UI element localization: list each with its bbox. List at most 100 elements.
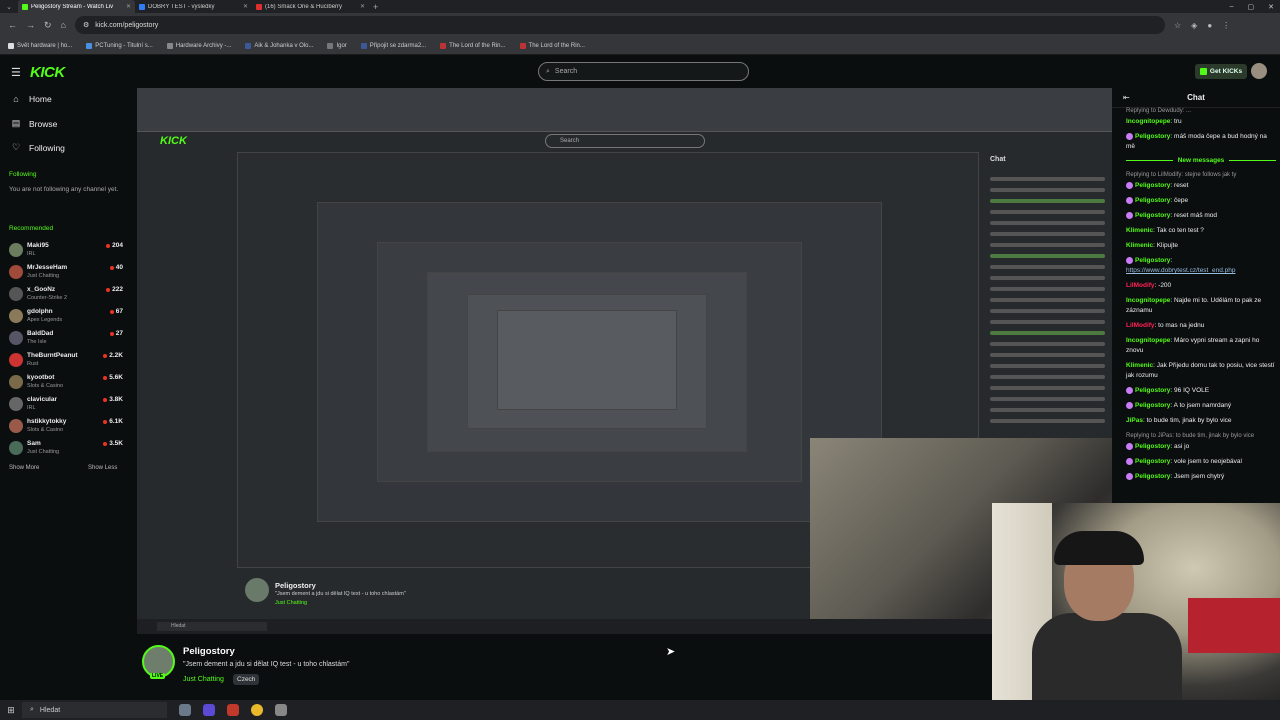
chat-username[interactable]: Incognitopepe — [1126, 337, 1170, 344]
user-avatar[interactable] — [1251, 63, 1267, 79]
menu-toggle-icon[interactable]: ☰ — [11, 66, 21, 79]
chat-message[interactable]: Replying to LilModify: stejne follows ja… — [1126, 170, 1276, 191]
sidebar-item-home[interactable]: ⌂ Home — [11, 94, 51, 104]
bookmark-item[interactable]: Svět hardware | ho... — [8, 42, 72, 49]
kick-logo[interactable]: KICK — [30, 64, 65, 81]
webcam-overlay — [992, 503, 1280, 720]
chat-username[interactable]: JiPas — [1126, 417, 1143, 424]
chat-message[interactable]: LilModify: to mas na jednu — [1126, 321, 1276, 331]
recommended-channel[interactable]: MrJesseHam Just Chatting 40 — [9, 263, 123, 283]
back-icon[interactable]: ← — [8, 20, 17, 30]
chat-message[interactable]: Peligostory: A to jsem namrdaný — [1126, 401, 1276, 411]
recommended-channel[interactable]: gdolphn Apex Legends 67 — [9, 307, 123, 327]
bookmark-item[interactable]: PCTuning - Titulní s... — [86, 42, 153, 49]
sidebar-item-following[interactable]: ♡ Following — [11, 142, 65, 153]
chat-username[interactable]: Peligostory — [1135, 473, 1170, 480]
browser-tab-youtube[interactable]: (16) Smack One & Hucíberry ✕ — [252, 0, 369, 13]
chat-username[interactable]: Klimenic — [1126, 242, 1153, 249]
bookmark-item[interactable]: The Lord of the Rin... — [519, 42, 585, 49]
chat-message[interactable]: LilModify: -200 — [1126, 281, 1276, 291]
chat-message[interactable]: Peligostory: https://www.dobrytest.cz/te… — [1126, 256, 1276, 276]
recommended-channel[interactable]: TheBurntPeanut Rust 2.2K — [9, 351, 123, 371]
chat-message[interactable]: Peligostory: reset máš mod — [1126, 211, 1276, 221]
recommended-channel[interactable]: Maki95 IRL 204 — [9, 241, 123, 261]
show-less-button[interactable]: Show Less — [88, 465, 117, 471]
profile-icon[interactable]: ● — [1207, 21, 1212, 30]
chat-message[interactable]: Replying to JiPas: to bude tim, jinak by… — [1126, 431, 1276, 452]
chat-message[interactable]: JiPas: to bude tim, jinak by bylo vice — [1126, 416, 1276, 426]
chrome-icon[interactable] — [251, 704, 263, 716]
taskbar-app-icon[interactable] — [179, 704, 191, 716]
recommended-channel[interactable]: x_GooNz Counter-Strike 2 222 — [9, 285, 123, 305]
chat-username[interactable]: Incognitopepe — [1126, 118, 1170, 125]
chat-username[interactable]: Incognitopepe — [1126, 297, 1170, 304]
home-icon[interactable]: ⌂ — [61, 20, 66, 30]
chat-username[interactable]: Peligostory — [1135, 197, 1170, 204]
bookmark-item[interactable]: Igor — [327, 42, 347, 49]
chat-username[interactable]: Klimenic — [1126, 362, 1153, 369]
search-input[interactable]: ⌕ Search — [538, 62, 749, 81]
chat-message[interactable]: Peligostory: Jsem jsem chytrý — [1126, 472, 1276, 482]
chat-username[interactable]: Peligostory — [1135, 402, 1170, 409]
new-tab-icon[interactable]: + — [373, 2, 378, 12]
forward-icon[interactable]: → — [26, 20, 35, 30]
recommended-channel[interactable]: hstikkytokky Slots & Casino 6.1K — [9, 417, 123, 437]
chat-username[interactable]: Peligostory — [1135, 387, 1170, 394]
get-kicks-button[interactable]: Get KICKs — [1195, 64, 1247, 79]
extension-icon[interactable]: ◈ — [1191, 21, 1197, 30]
chat-username[interactable]: LilModify — [1126, 322, 1155, 329]
chat-message[interactable]: Peligostory: čepe — [1126, 196, 1276, 206]
bookmark-star-icon[interactable]: ☆ — [1174, 21, 1181, 30]
close-window-icon[interactable]: ✕ — [1268, 3, 1274, 11]
chat-username[interactable]: Peligostory — [1135, 133, 1170, 140]
start-icon[interactable]: ⊞ — [0, 705, 22, 716]
chat-message[interactable]: Peligostory: máš moda čepe a bud hodný n… — [1126, 132, 1276, 152]
bookmark-item[interactable]: Hardware Archivy -... — [166, 42, 231, 49]
streamer-name[interactable]: Peligostory — [183, 646, 235, 657]
minimize-icon[interactable]: – — [1230, 3, 1234, 10]
discord-icon[interactable] — [203, 704, 215, 716]
recommended-channel[interactable]: clavicular IRL 3.8K — [9, 395, 123, 415]
chat-link[interactable]: https://www.dobrytest.cz/test_end.php — [1126, 267, 1235, 274]
close-tab-icon[interactable]: ✕ — [243, 3, 248, 10]
recommended-channel[interactable]: kyootbot Slots & Casino 5.6K — [9, 373, 123, 393]
browser-tab-dobrytest[interactable]: DOBRÝ TEST - výsledky ✕ — [135, 0, 252, 13]
site-info-icon[interactable]: ⚙ — [83, 21, 89, 29]
chat-username[interactable]: Peligostory — [1135, 257, 1170, 264]
stream-player[interactable]: KICK Search Chat Peligostory "Jsem demen… — [137, 88, 1112, 634]
stream-category-link[interactable]: Just Chatting — [183, 676, 224, 683]
taskbar-app-icon[interactable] — [275, 704, 287, 716]
bookmark-item[interactable]: Aik & Johanka v Olo... — [245, 42, 313, 49]
menu-icon[interactable]: ⋮ — [1222, 21, 1230, 30]
close-tab-icon[interactable]: ✕ — [126, 3, 131, 10]
chat-message[interactable]: Klimenic: Klipujte — [1126, 241, 1276, 251]
recommended-channel[interactable]: BaldDad The Isle 27 — [9, 329, 123, 349]
chat-username[interactable]: LilModify — [1126, 282, 1155, 289]
recommended-channel[interactable]: Sam Just Chatting 3.5K — [9, 439, 123, 459]
chat-username[interactable]: Peligostory — [1135, 212, 1170, 219]
chat-message[interactable]: Peligostory: vole jsem to neojebával — [1126, 457, 1276, 467]
sidebar-item-browse[interactable]: ▤ Browse — [11, 118, 58, 129]
bookmark-item[interactable]: The Lord of the Rin... — [440, 42, 506, 49]
bookmark-item[interactable]: Připojit se zdarma2... — [360, 42, 426, 49]
tab-search-icon[interactable]: ⌄ — [0, 3, 18, 11]
chat-message[interactable]: Klimenic: Jak Přijedu domu tak to posiu,… — [1126, 361, 1276, 381]
show-more-button[interactable]: Show More — [9, 465, 39, 471]
reload-icon[interactable]: ↻ — [44, 20, 52, 31]
chat-message[interactable]: Peligostory: 96 IQ VOLE — [1126, 386, 1276, 396]
browser-tab-kick[interactable]: Peligostory Stream - Watch Liv ✕ — [18, 0, 135, 13]
chat-username[interactable]: Peligostory — [1135, 458, 1170, 465]
chat-message[interactable]: Incognitopepe: Máro vypni stream a zapni… — [1126, 336, 1276, 356]
chat-username[interactable]: Peligostory — [1135, 443, 1170, 450]
chat-message[interactable]: Incognitopepe: Najde mi to. Udělám to pa… — [1126, 296, 1276, 316]
url-field[interactable]: ⚙ kick.com/peligostory — [74, 16, 1165, 34]
taskbar-search-input[interactable]: ⌕ Hledat — [22, 702, 167, 718]
chat-message[interactable]: Klimenic: Tak co ten test ? — [1126, 226, 1276, 236]
taskbar-app-icon[interactable] — [227, 704, 239, 716]
chat-username[interactable]: Klimenic — [1126, 227, 1153, 234]
maximize-icon[interactable]: ▢ — [1248, 3, 1255, 11]
close-tab-icon[interactable]: ✕ — [360, 3, 365, 10]
chat-username[interactable]: Peligostory — [1135, 182, 1170, 189]
language-tag[interactable]: Czech — [233, 674, 260, 685]
chat-message[interactable]: Replying to Dewdudy: ... Incognitopepe: t… — [1126, 106, 1276, 127]
